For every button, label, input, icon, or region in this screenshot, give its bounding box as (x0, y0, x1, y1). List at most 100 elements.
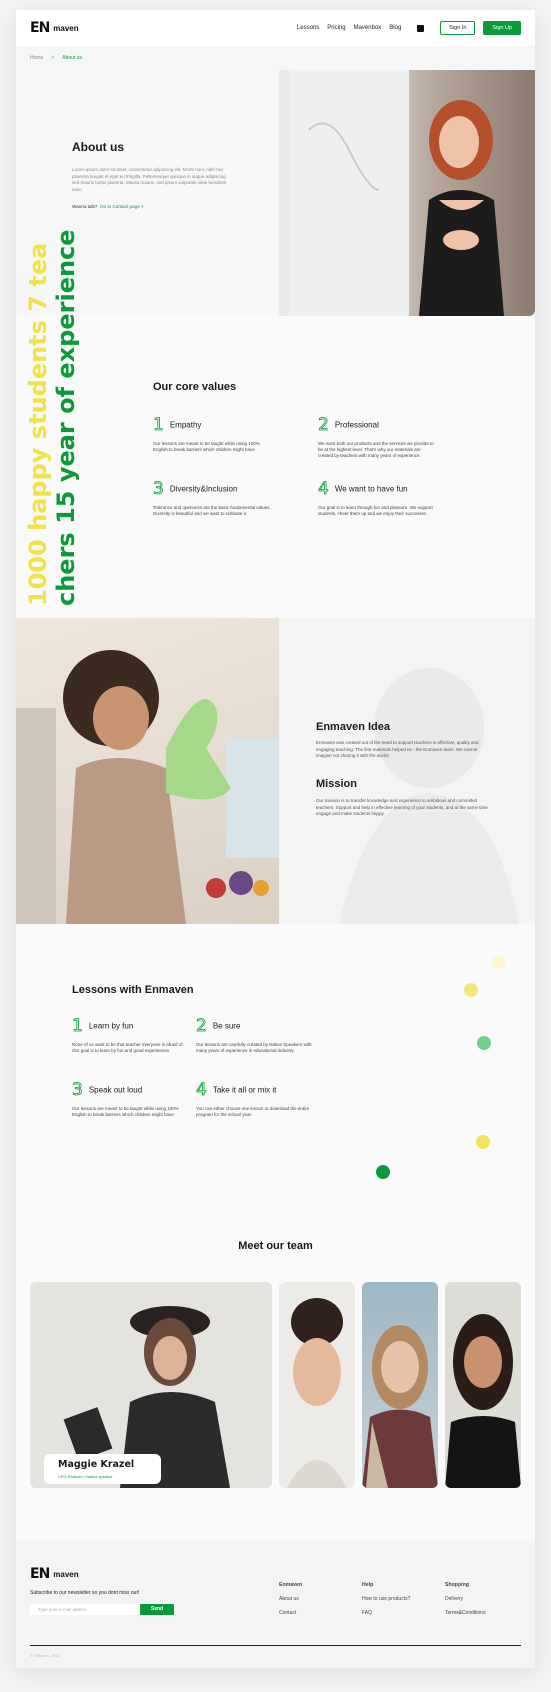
sign-up-button[interactable]: Sign Up (483, 21, 521, 35)
decor-dot (476, 1135, 490, 1149)
newsletter-send-button[interactable]: Send (140, 1604, 174, 1615)
breadcrumb: Home > About us (16, 46, 535, 70)
team-title: Meet our team (238, 1240, 313, 1252)
chevron-right-icon: > (51, 55, 55, 61)
core-value-title: Professional (334, 420, 379, 430)
logo[interactable]: EN maven (30, 20, 79, 36)
core-values-section: 1000 happy students 7 tea chers 15 year … (16, 229, 535, 618)
logo-word: maven (53, 23, 79, 33)
core-value-title: Empathy (169, 420, 202, 430)
contact-prompt-label: Wanna talk? (72, 204, 98, 209)
sign-in-button[interactable]: Sign In (440, 21, 476, 35)
idea-text: Enmaven was created out of the need to s… (316, 740, 479, 758)
breadcrumb-home[interactable]: Home (30, 55, 43, 61)
core-value-item: 1 Empathy Our lessons are meant to be tau… (153, 415, 273, 453)
stats-ticker-line1: 1000 happy students 7 tea (24, 242, 52, 606)
girl-photo (16, 618, 279, 924)
core-value-text: Tolerance and openness are the basic fun… (153, 505, 271, 517)
lesson-item: 3 Speak out loud Our lessons are meant to… (72, 1080, 192, 1118)
lesson-title: Be sure (212, 1021, 241, 1031)
team-name-card: Maggie Krazel CEO EMaven • Native speake… (44, 1454, 161, 1484)
cart-icon[interactable] (417, 24, 425, 32)
lesson-title: Take it all or mix it (212, 1085, 277, 1095)
footer-col-help: Help How to use products? FAQ (362, 1582, 410, 1624)
footer-link[interactable]: About us (279, 1596, 302, 1602)
lesson-text: None of us want to be that teacher every… (72, 1042, 184, 1054)
number-icon: 3 (72, 1080, 84, 1101)
footer: EN maven Subscribe to our newsletter so … (16, 1540, 535, 1668)
footer-divider (30, 1645, 521, 1646)
decor-dot (376, 1165, 390, 1179)
breadcrumb-current: About us (62, 55, 83, 61)
core-value-item: 4 We want to have fun Our goal is to lear… (318, 479, 438, 517)
footer-col-enmaven: Enmaven About us Contact (279, 1582, 302, 1624)
about-title: About us (72, 140, 124, 154)
decor-dot (492, 955, 506, 969)
number-icon: 4 (196, 1080, 208, 1101)
team-card[interactable] (362, 1282, 438, 1488)
team-card[interactable] (445, 1282, 521, 1488)
footer-col-heading: Enmaven (279, 1582, 303, 1588)
teacher-photo (279, 70, 535, 316)
mission-text: Our mission is to transfer knowledge and… (316, 798, 488, 816)
number-icon: 3 (153, 479, 165, 500)
mission-title: Mission (316, 778, 357, 790)
main-nav: Lessons Pricing Mavenbox Blog Sign In Si… (297, 21, 521, 35)
lesson-text: You can either choose one lesson or down… (196, 1106, 310, 1118)
number-icon: 2 (318, 415, 330, 436)
newsletter-label: Subscribe to our newsletter so you dont … (30, 1590, 140, 1596)
team-section: Meet our team Maggie Krazel CEO EMaven •… (16, 1224, 535, 1540)
about-text: Lorem ipsum dolor sit amet, consectetur … (72, 167, 227, 192)
footer-col-shopping: Shopping Delivery Terms&Conditions (445, 1582, 486, 1624)
footer-col-heading: Shopping (445, 1582, 469, 1588)
core-value-item: 3 Diversity&Inclusion Tolerance and openn… (153, 479, 273, 517)
footer-link[interactable]: FAQ (362, 1610, 410, 1616)
nav-pricing[interactable]: Pricing (327, 25, 345, 31)
lesson-title: Speak out loud (88, 1085, 143, 1095)
about-section: About us Lorem ipsum dolor sit amet, con… (16, 70, 535, 316)
team-card[interactable] (279, 1282, 355, 1488)
header: EN maven Lessons Pricing Mavenbox Blog S… (16, 10, 535, 46)
number-icon: 1 (72, 1016, 84, 1037)
page: EN maven Lessons Pricing Mavenbox Blog S… (16, 10, 535, 1668)
decor-dot (477, 1036, 491, 1050)
idea-background (279, 618, 535, 924)
number-icon: 2 (196, 1016, 208, 1037)
core-value-text: Our goal is to learn through fun and ple… (318, 505, 433, 517)
footer-link[interactable]: Contact (279, 1610, 302, 1616)
footer-link[interactable]: How to use products? (362, 1596, 410, 1602)
nav-mavenbox[interactable]: Mavenbox (354, 25, 382, 31)
newsletter-email-input[interactable]: Type your e-mail adress (30, 1604, 140, 1615)
lesson-item: 4 Take it all or mix it You can either ch… (196, 1080, 316, 1118)
number-icon: 1 (153, 415, 165, 436)
logo-word: maven (53, 1569, 79, 1579)
lesson-title: Learn by fun (88, 1021, 134, 1031)
lesson-text: Our lessons are carefully created by Nat… (196, 1042, 312, 1054)
core-values-title: Our core values (153, 381, 237, 393)
lessons-title: Lessons with Enmaven (72, 984, 194, 996)
lessons-section: Lessons with Enmaven 1 Learn by fun None … (16, 924, 535, 1224)
contact-prompt: Wanna talk? Go to Contact page > (72, 204, 144, 209)
lesson-text: Our lessons are meant to be taught while… (72, 1106, 179, 1118)
lesson-item: 1 Learn by fun None of us want to be that… (72, 1016, 192, 1054)
stats-ticker-line2: chers 15 year of experience (52, 229, 80, 606)
contact-link[interactable]: Go to Contact page > (100, 204, 144, 209)
logo-mark: EN (30, 20, 50, 36)
core-value-text: We want both our products and the servic… (318, 441, 434, 459)
member-role: CEO EMaven • Native speaker (58, 1474, 113, 1479)
number-icon: 4 (318, 479, 330, 500)
idea-title: Enmaven Idea (316, 721, 390, 733)
nav-lessons[interactable]: Lessons (297, 25, 319, 31)
footer-link[interactable]: Delivery (445, 1596, 486, 1602)
core-value-item: 2 Professional We want both our products … (318, 415, 438, 460)
idea-section: Enmaven Idea Enmaven was created out of … (16, 618, 535, 924)
footer-link[interactable]: Terms&Conditions (445, 1610, 486, 1616)
core-value-text: Our lessons are meant to be taught while… (153, 441, 260, 453)
footer-col-heading: Help (362, 1582, 374, 1588)
logo-mark: EN (30, 1566, 50, 1582)
decor-dot (464, 983, 478, 997)
core-value-title: We want to have fun (334, 484, 408, 494)
footer-logo[interactable]: EN maven (30, 1566, 79, 1582)
nav-blog[interactable]: Blog (389, 25, 401, 31)
copyright: © EMaven, 2022 (30, 1653, 60, 1658)
